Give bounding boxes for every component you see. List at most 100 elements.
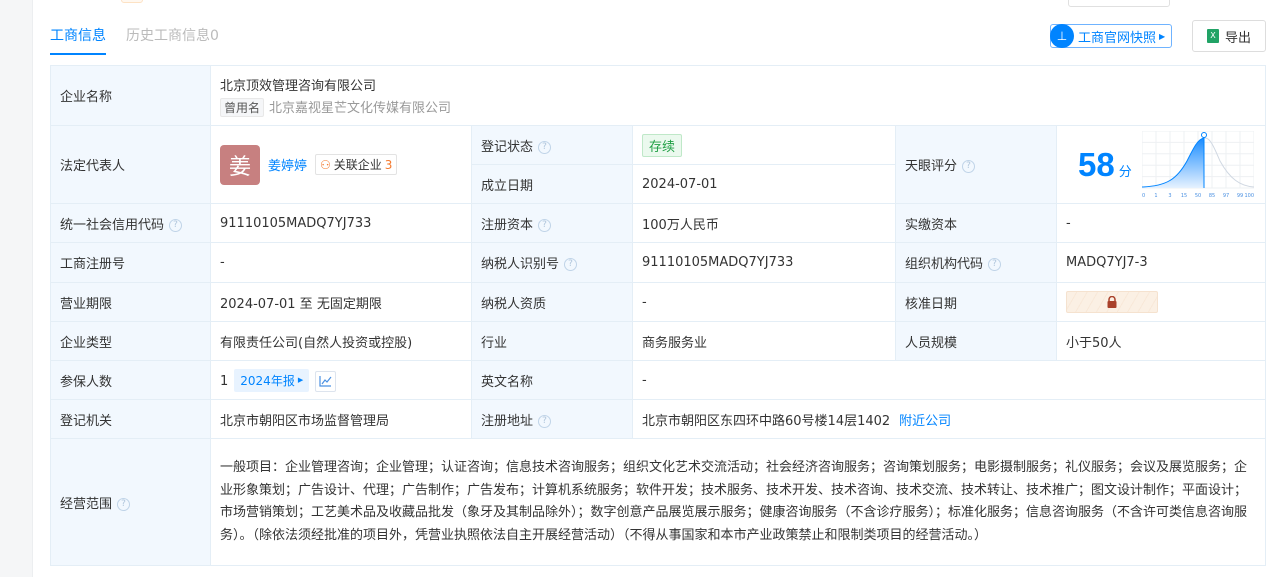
staff-label: 人员规模 bbox=[895, 321, 1057, 361]
reg-no-value: - bbox=[210, 242, 472, 283]
address-label: 注册地址 bbox=[481, 413, 534, 429]
help-icon[interactable]: ? bbox=[988, 258, 1002, 271]
tax-qual-value: - bbox=[632, 282, 896, 322]
type-value: 有限责任公司(自然人投资或控股) bbox=[210, 321, 472, 361]
status-label: 登记状态 bbox=[481, 139, 534, 155]
score-label-cell: 天眼评分? bbox=[895, 125, 1057, 204]
insured-label: 参保人数 bbox=[50, 360, 211, 400]
snapshot-label: 工商官网快照 bbox=[1078, 30, 1157, 46]
stamp-icon: ⊥ bbox=[1050, 24, 1074, 48]
scope-label: 经营范围 bbox=[60, 496, 113, 512]
top-input[interactable] bbox=[1068, 0, 1170, 7]
score-unit: 分 bbox=[1118, 165, 1132, 180]
network-icon: ⚇ bbox=[320, 157, 331, 172]
founded-value: 2024-07-01 bbox=[632, 164, 896, 204]
credit-code-label-cell: 统一社会信用代码? bbox=[50, 203, 211, 243]
approve-date-cell bbox=[1055, 282, 1267, 322]
related-companies-button[interactable]: ⚇ 关联企业 3 bbox=[315, 154, 398, 175]
help-icon[interactable]: ? bbox=[538, 218, 552, 232]
paid-capital-value: - bbox=[1055, 203, 1267, 243]
caret-right-icon: ▶ bbox=[297, 376, 304, 384]
left-sidebar-edge bbox=[0, 0, 33, 577]
legal-rep-label: 法定代表人 bbox=[50, 125, 211, 204]
score-area bbox=[1141, 137, 1204, 188]
score-label: 天眼评分 bbox=[905, 159, 958, 174]
staff-value: 小于50人 bbox=[1055, 321, 1267, 361]
type-label: 企业类型 bbox=[50, 321, 211, 361]
snapshot-button[interactable]: ⊥ 工商官网快照 ▶ bbox=[1050, 24, 1173, 48]
nearby-companies-link[interactable]: 附近公司 bbox=[899, 414, 951, 429]
help-icon[interactable]: ? bbox=[962, 160, 976, 173]
address-cell: 北京市朝阳区东四环中路60号楼14层1402 附近公司 bbox=[631, 399, 1267, 439]
tax-qual-label: 纳税人资质 bbox=[471, 282, 633, 322]
tick-label: 50 bbox=[1195, 193, 1201, 199]
score-distribution-chart: 0 1 3 15 50 85 97 99 100 bbox=[1141, 130, 1254, 199]
capital-value: 100万人民币 bbox=[632, 203, 896, 243]
avatar: 姜 bbox=[220, 144, 260, 185]
tick-label: 0 bbox=[1142, 193, 1145, 199]
company-name: 北京顶效管理咨询有限公司 bbox=[220, 78, 377, 94]
capital-label-cell: 注册资本? bbox=[471, 203, 633, 243]
lock-icon bbox=[1107, 296, 1117, 308]
tick-label: 99 bbox=[1237, 193, 1243, 199]
annual-report-button[interactable]: 2024年报 ▶ bbox=[234, 368, 310, 392]
insured-cell: 1 2024年报 ▶ bbox=[210, 360, 472, 400]
excel-icon: X bbox=[1206, 29, 1219, 43]
help-icon[interactable]: ? bbox=[564, 258, 578, 271]
help-icon[interactable]: ? bbox=[538, 414, 552, 428]
used-name: 北京嘉视星芒文化传媒有限公司 bbox=[269, 100, 452, 116]
tab-business-info[interactable]: 工商信息 bbox=[50, 25, 106, 55]
used-name-tag: 曾用名 bbox=[220, 97, 265, 117]
org-code-label: 组织机构代码 bbox=[905, 257, 984, 272]
taxid-label-cell: 纳税人识别号? bbox=[471, 242, 633, 283]
capital-label: 注册资本 bbox=[481, 217, 534, 233]
founded-label: 成立日期 bbox=[471, 164, 633, 204]
legal-rep-cell: 姜 姜婷婷 ⚇ 关联企业 3 bbox=[210, 125, 472, 204]
tick-label: 97 bbox=[1223, 193, 1229, 199]
business-info-table: 企业名称 北京顶效管理咨询有限公司 曾用名 北京嘉视星芒文化传媒有限公司 法定代表… bbox=[50, 65, 1267, 566]
term-label: 营业期限 bbox=[50, 282, 211, 322]
authority-value: 北京市朝阳区市场监督管理局 bbox=[210, 399, 472, 439]
address-value: 北京市朝阳区东四环中路60号楼14层1402 bbox=[642, 413, 891, 429]
trend-chart-button[interactable] bbox=[315, 370, 337, 392]
help-icon[interactable]: ? bbox=[538, 140, 552, 154]
tick-label: 15 bbox=[1181, 193, 1187, 199]
industry-label: 行业 bbox=[471, 321, 633, 361]
caret-right-icon: ▶ bbox=[1159, 31, 1166, 41]
org-code-label-cell: 组织机构代码? bbox=[895, 242, 1057, 283]
reg-no-label: 工商注册号 bbox=[50, 242, 211, 283]
credit-code-label: 统一社会信用代码 bbox=[60, 217, 165, 233]
related-count: 3 bbox=[384, 157, 393, 172]
industry-value: 商务服务业 bbox=[632, 321, 896, 361]
tabs: 工商信息 历史工商信息0 bbox=[50, 25, 219, 55]
english-name-label: 英文名称 bbox=[471, 360, 633, 400]
approve-date-label: 核准日期 bbox=[895, 282, 1057, 322]
authority-label: 登记机关 bbox=[50, 399, 211, 439]
taxid-value: 91110105MADQ7YJ733 bbox=[632, 242, 896, 283]
help-icon[interactable]: ? bbox=[117, 497, 131, 511]
locked-value[interactable] bbox=[1066, 291, 1158, 313]
english-name-value: - bbox=[631, 360, 1267, 400]
credit-code-value: 91110105MADQ7YJ733 bbox=[210, 203, 472, 243]
legal-rep-name[interactable]: 姜婷婷 bbox=[268, 155, 307, 174]
score-cell[interactable]: 58 分 0 1 3 15 50 85 97 99 100 bbox=[1055, 125, 1267, 204]
status-cell: 存续 bbox=[632, 125, 896, 165]
top-chip bbox=[121, 0, 143, 3]
status-badge: 存续 bbox=[642, 133, 683, 157]
paid-capital-label: 实缴资本 bbox=[895, 203, 1057, 243]
tick-label: 3 bbox=[1168, 193, 1171, 199]
company-name-label: 企业名称 bbox=[50, 65, 211, 126]
help-icon[interactable]: ? bbox=[169, 218, 183, 232]
company-name-cell: 北京顶效管理咨询有限公司 曾用名 北京嘉视星芒文化传媒有限公司 bbox=[209, 65, 1267, 126]
score-marker bbox=[1200, 131, 1207, 138]
trend-icon bbox=[319, 376, 332, 387]
export-button[interactable]: X 导出 bbox=[1192, 20, 1266, 52]
annual-report-label: 2024年报 bbox=[240, 373, 295, 388]
org-code-value: MADQ7YJ7-3 bbox=[1055, 242, 1267, 283]
tab-history-info[interactable]: 历史工商信息0 bbox=[126, 25, 219, 55]
scope-label-cell: 经营范围? bbox=[50, 438, 211, 566]
related-label: 关联企业 bbox=[333, 158, 382, 172]
score-value: 58 bbox=[1078, 145, 1115, 183]
scope-value: 一般项目：企业管理咨询；企业管理；认证咨询；信息技术咨询服务；组织文化艺术交流活… bbox=[209, 438, 1267, 566]
export-label: 导出 bbox=[1224, 30, 1251, 46]
